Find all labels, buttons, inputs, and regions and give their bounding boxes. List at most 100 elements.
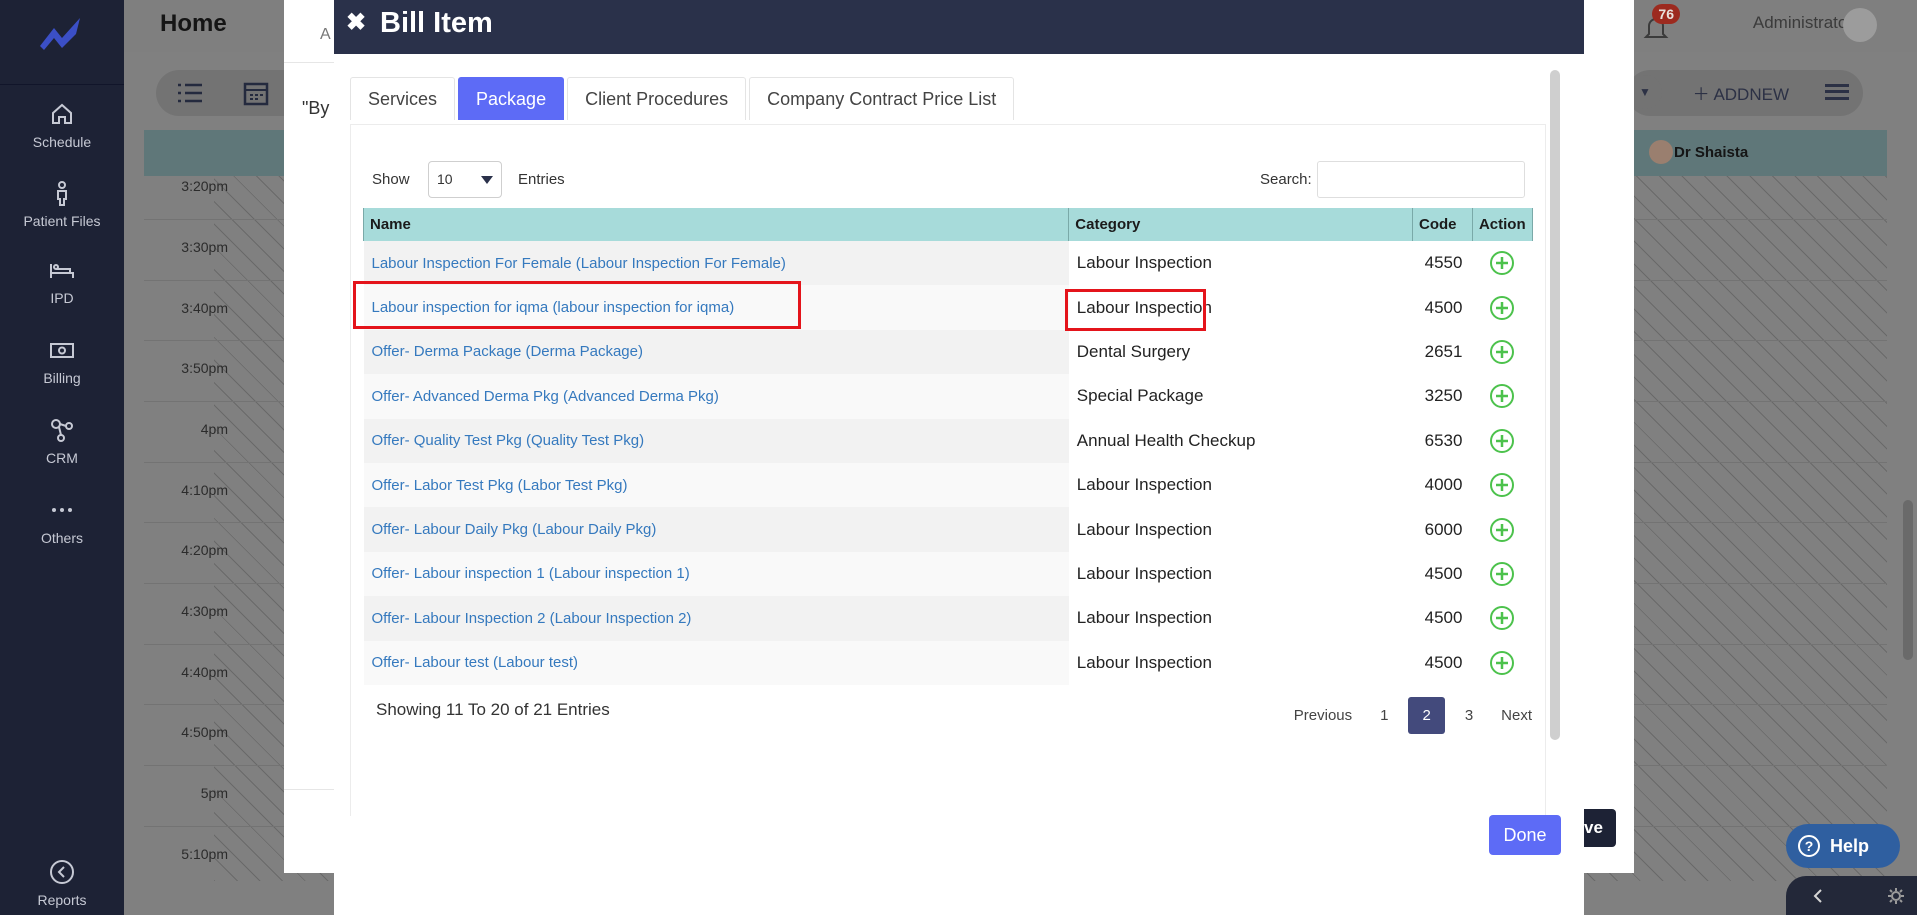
package-name-link[interactable]: Offer- Quality Test Pkg (Quality Test Pk… [363,418,1069,463]
column-header-name[interactable]: Name [362,208,1070,241]
package-code: 2651 [1424,341,1463,361]
plus-circle-icon [1490,517,1515,542]
chevron-left-icon[interactable] [1812,888,1824,904]
logo-icon[interactable] [36,14,86,54]
next-page-button[interactable]: Next [1487,697,1546,734]
sidebar: Schedule Patient Files IPD Billing CRM O… [0,0,124,915]
package-code: 4000 [1424,475,1463,495]
package-code: 3250 [1424,386,1463,406]
page-button-2[interactable]: 2 [1408,697,1445,734]
table-row: Offer- Advanced Derma Pkg (Advanced Derm… [363,374,1533,419]
time-label: 3:50pm [181,360,228,376]
package-table: Name Category Code Action Labour Inspect… [362,208,1534,685]
time-label: 4:50pm [181,724,228,740]
sidebar-item-schedule[interactable]: Schedule [0,100,124,150]
sidebar-item-others[interactable]: Others [0,496,124,546]
plus-circle-icon [1490,650,1515,675]
package-name-link[interactable]: Labour Inspection For Female (Labour Ins… [363,241,1069,286]
sidebar-item-reports[interactable]: Reports [0,858,124,908]
table-row: Labour Inspection For Female (Labour Ins… [363,241,1533,286]
package-name-link[interactable]: Offer- Labour test (Labour test) [363,640,1069,685]
help-button[interactable]: ? Help [1786,824,1900,868]
list-view-icon[interactable] [176,80,204,106]
outer-modal-text: "By [302,98,330,118]
doctor-avatar [1649,140,1673,164]
package-name-link[interactable]: Offer- Labour inspection 1 (Labour inspe… [363,551,1069,597]
column-header-code[interactable]: Code [1411,208,1473,241]
add-item-button[interactable] [1472,285,1532,329]
page-button-1[interactable]: 1 [1366,697,1402,734]
question-icon: ? [1798,835,1820,857]
package-name-link[interactable]: Offer- Labour Daily Pkg (Labour Daily Pk… [363,507,1069,552]
tab-services[interactable]: Services [350,77,456,120]
home-icon [52,103,72,124]
time-label: 3:20pm [181,178,228,194]
modal-scrollbar[interactable] [1550,70,1560,740]
avatar[interactable] [1843,8,1877,42]
package-name-link[interactable]: Offer- Labour Inspection 2 (Labour Inspe… [363,596,1069,641]
package-category: Labour Inspection [1076,608,1212,628]
tab-company-contract-price-list[interactable]: Company Contract Price List [749,77,1015,120]
calendar-icon[interactable] [242,80,270,106]
sidebar-item-crm[interactable]: CRM [0,416,124,466]
close-icon[interactable]: ✖ [346,8,366,37]
add-item-button[interactable] [1472,596,1532,640]
sidebar-item-billing[interactable]: Billing [0,336,124,386]
package-name-link[interactable]: Offer- Derma Package (Derma Package) [363,329,1069,375]
search-input[interactable] [1317,161,1525,198]
show-label: Show [372,171,410,188]
add-item-button[interactable] [1472,507,1532,551]
package-name-link[interactable]: Offer- Labor Test Pkg (Labor Test Pkg) [363,462,1069,508]
tab-package[interactable]: Package [458,77,565,120]
sidebar-item-label: IPD [50,290,74,306]
package-name-link[interactable]: Offer- Advanced Derma Pkg (Advanced Derm… [363,374,1069,419]
package-category: Labour Inspection [1076,563,1212,583]
entries-select[interactable]: 10 [428,161,502,198]
plus-circle-icon [1490,606,1515,631]
table-info: Showing 11 To 20 of 21 Entries [376,700,610,719]
add-item-button[interactable] [1472,419,1532,463]
sidebar-item-label: Schedule [32,134,92,150]
add-item-button[interactable] [1472,641,1532,685]
package-category: Special Package [1076,386,1204,406]
package-code: 4550 [1424,253,1463,273]
highlight-box-category [1065,289,1206,331]
add-item-button[interactable] [1472,552,1532,596]
column-header-category[interactable]: Category [1068,208,1413,241]
entries-label: Entries [518,171,565,188]
package-category: Labour Inspection [1076,253,1212,273]
package-code: 4500 [1424,297,1463,317]
add-item-button[interactable] [1472,374,1532,418]
sidebar-item-patient-files[interactable]: Patient Files [0,179,124,229]
page-scrollbar[interactable] [1903,500,1913,660]
time-label: 3:30pm [181,239,228,255]
tab-client-procedures[interactable]: Client Procedures [567,77,747,120]
sidebar-item-label: CRM [46,450,78,466]
package-category: Labour Inspection [1076,519,1212,539]
time-label: 5pm [200,785,228,801]
sidebar-item-ipd[interactable]: IPD [0,256,124,306]
tab-bar: Services Package Client Procedures Compa… [350,77,1017,120]
menu-icon[interactable] [1825,84,1849,100]
previous-page-button[interactable]: Previous [1280,697,1366,734]
package-code: 6000 [1424,519,1463,539]
entries-value: 10 [437,171,453,187]
plus-circle-icon [1490,339,1515,364]
dots-icon [52,508,72,512]
reports-icon [50,860,74,884]
gear-icon[interactable] [1887,887,1905,905]
done-button[interactable]: Done [1489,815,1561,855]
add-new-label: ADDNEW [1713,85,1789,104]
sidebar-divider [0,84,124,85]
time-label: 4:30pm [181,603,228,619]
page-button-3[interactable]: 3 [1451,697,1487,734]
add-new-button[interactable]: ＋ ADDNEW [1693,80,1789,105]
package-code: 4500 [1424,563,1463,583]
table-row: Offer- Labor Test Pkg (Labor Test Pkg) L… [363,462,1533,508]
add-item-button[interactable] [1472,330,1532,374]
user-name[interactable]: Administrator [1753,13,1853,33]
modal-header: ✖ Bill Item [334,0,1584,54]
doctor-name: Dr Shaista [1674,144,1749,161]
add-item-button[interactable] [1472,463,1532,507]
add-item-button[interactable] [1472,241,1532,285]
